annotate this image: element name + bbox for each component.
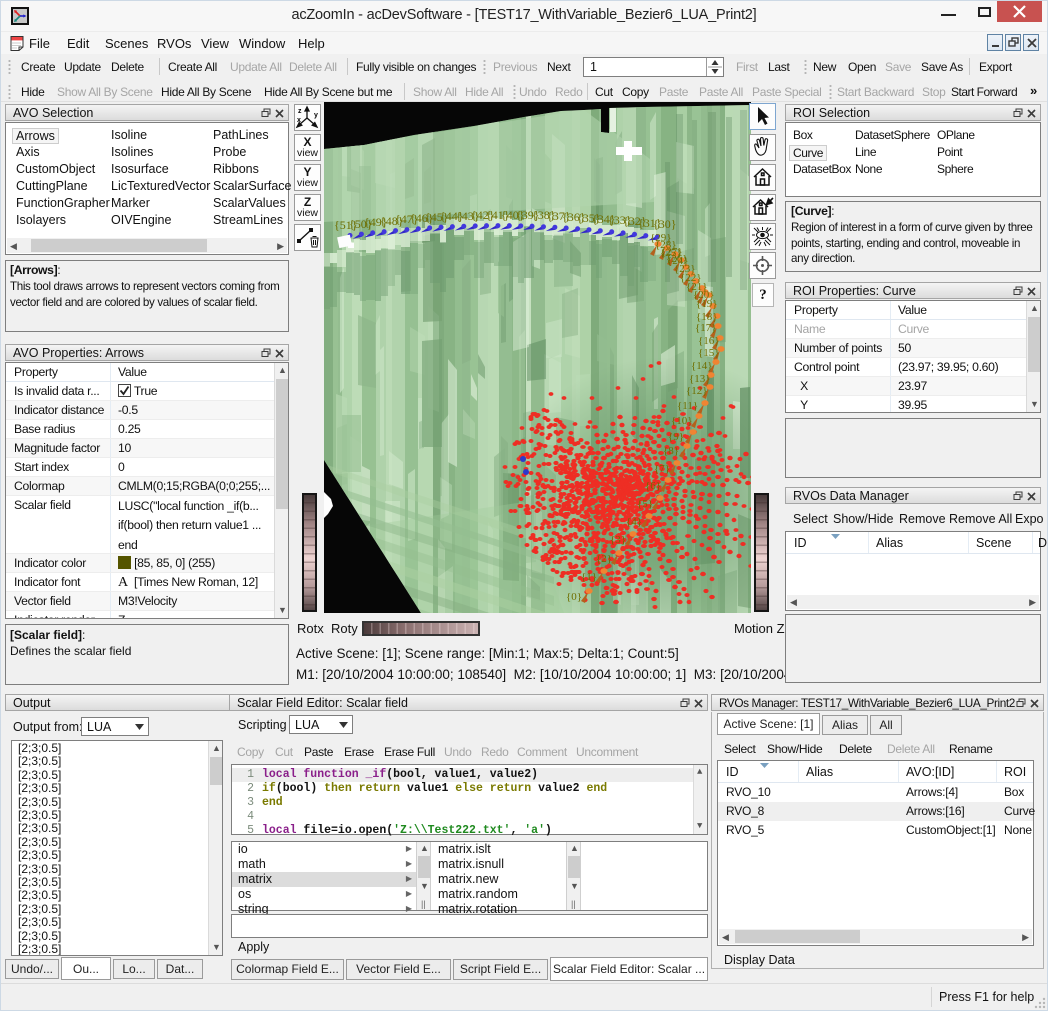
svg-text:{26}: {26} bbox=[666, 253, 688, 265]
svg-text:{9}: {9} bbox=[668, 431, 684, 443]
svg-text:{19}: {19} bbox=[696, 298, 718, 310]
svg-text:{6}: {6} bbox=[645, 480, 661, 492]
svg-text:x: x bbox=[297, 117, 301, 124]
svg-text:{1}: {1} bbox=[581, 571, 597, 583]
svg-text:{16}: {16} bbox=[698, 335, 720, 347]
svg-text:{4}: {4} bbox=[626, 516, 642, 528]
svg-text:{5}: {5} bbox=[637, 498, 653, 510]
svg-text:{7}: {7} bbox=[654, 463, 670, 475]
svg-text:{13}: {13} bbox=[689, 373, 711, 385]
svg-text:{11}: {11} bbox=[677, 400, 698, 412]
svg-text:{17}: {17} bbox=[695, 322, 717, 334]
svg-text:{15}: {15} bbox=[698, 347, 720, 359]
svg-text:{0}: {0} bbox=[566, 591, 582, 603]
svg-text:{10}: {10} bbox=[671, 415, 693, 427]
svg-text:{30}: {30} bbox=[653, 217, 677, 231]
svg-text:{14}: {14} bbox=[691, 360, 713, 372]
svg-text:{12}: {12} bbox=[686, 385, 708, 397]
svg-text:{2}: {2} bbox=[596, 553, 612, 565]
svg-text:z: z bbox=[298, 108, 302, 115]
svg-text:{3}: {3} bbox=[610, 534, 626, 546]
svg-text:y: y bbox=[314, 112, 318, 119]
svg-text:{8}: {8} bbox=[663, 445, 679, 457]
